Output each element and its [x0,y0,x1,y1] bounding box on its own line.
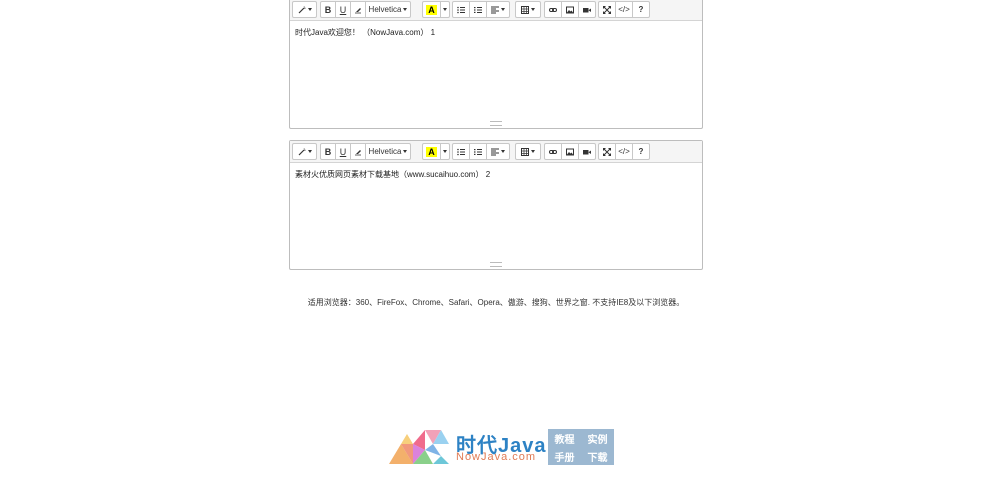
insert-video-button[interactable] [578,1,596,18]
resize-handle[interactable] [490,121,502,126]
eraser-icon [354,148,362,156]
code-view-icon: </> [618,147,630,156]
code-view-icon: </> [618,5,630,14]
chevron-down-icon [531,8,535,11]
editable-content-area[interactable]: 素材火优质网页素材下载基地（www.sucaihuo.com） 2 [290,163,702,258]
insert-picture-button[interactable] [561,1,579,18]
ordered-list-button[interactable] [469,1,487,18]
logo-link-manual[interactable]: 手册 [555,449,575,464]
chevron-down-icon [307,8,312,11]
fullscreen-button[interactable] [598,143,616,160]
editor-toolbar: B U Helvetica A </> ? [290,0,702,21]
recent-color-button[interactable]: A [422,1,441,18]
underline-button[interactable]: U [335,143,351,160]
code-view-button[interactable]: </> [615,143,633,160]
unordered-list-icon [457,148,465,156]
insert-link-button[interactable] [544,143,562,160]
browser-compatibility-notice: 适用浏览器：360、FireFox、Chrome、Safari、Opera、傲游… [307,298,685,307]
unordered-list-button[interactable] [452,1,470,18]
chevron-down-icon [403,8,408,11]
eraser-icon [354,6,362,14]
paragraph-align-dropdown[interactable] [486,1,510,18]
color-dropdown-button[interactable] [440,1,450,18]
bold-icon: B [324,4,332,15]
style-dropdown-button[interactable] [292,1,317,18]
help-icon: ? [638,5,644,14]
recent-color-button[interactable]: A [422,143,441,160]
table-dropdown-button[interactable] [515,1,541,18]
chevron-down-icon [501,8,505,11]
insert-video-button[interactable] [578,143,596,160]
editor-text: 时代Java欢迎您！ （NowJava.com） 1 [295,28,436,37]
font-family-label: Helvetica [368,147,402,156]
help-button[interactable]: ? [632,1,650,18]
picture-icon [566,148,574,156]
bold-button[interactable]: B [320,1,336,18]
align-icon [491,148,499,156]
video-icon [583,6,591,14]
logo-link-box: 教程 实例 手册 下载 [548,429,614,465]
bold-button[interactable]: B [320,143,336,160]
logo-link-examples[interactable]: 实例 [588,431,608,446]
chevron-down-icon [307,150,312,153]
picture-icon [566,6,574,14]
fullscreen-icon [603,147,611,156]
editor-text: 素材火优质网页素材下载基地（www.sucaihuo.com） 2 [295,170,491,179]
font-family-label: Helvetica [368,5,402,14]
ordered-list-icon [474,148,482,156]
resize-handle[interactable] [490,262,502,267]
clear-format-button[interactable] [350,1,366,18]
paragraph-align-dropdown[interactable] [486,143,510,160]
unordered-list-icon [457,6,465,14]
link-icon [549,148,557,156]
magic-wand-icon [298,147,306,156]
chevron-down-icon [531,150,535,153]
font-family-dropdown[interactable]: Helvetica [365,143,411,160]
table-icon [521,5,529,14]
rich-text-editor-1: B U Helvetica A </> ? 时代Java欢迎您！ （NowJav… [289,0,703,129]
logo-link-download[interactable]: 下载 [588,449,608,464]
help-icon: ? [638,147,644,156]
ordered-list-button[interactable] [469,143,487,160]
underline-icon: U [339,146,347,157]
insert-picture-button[interactable] [561,143,579,160]
font-family-dropdown[interactable]: Helvetica [365,1,411,18]
editable-content-area[interactable]: 时代Java欢迎您！ （NowJava.com） 1 [290,21,702,116]
logo-triangles-icon [389,430,449,464]
chevron-down-icon [501,150,505,153]
font-color-icon: A [426,146,437,157]
fullscreen-icon [603,5,611,14]
help-button[interactable]: ? [632,143,650,160]
rich-text-editor-2: B U Helvetica A </> ? 素材火优质网页素材下载基地（www.… [289,140,703,270]
underline-button[interactable]: U [335,1,351,18]
logo-subtitle: NowJava.com [456,451,537,463]
clear-format-button[interactable] [350,143,366,160]
video-icon [583,148,591,156]
bold-icon: B [324,146,332,157]
fullscreen-button[interactable] [598,1,616,18]
link-icon [549,6,557,14]
code-view-button[interactable]: </> [615,1,633,18]
color-dropdown-button[interactable] [440,143,450,160]
style-dropdown-button[interactable] [292,143,317,160]
font-color-icon: A [426,4,437,15]
unordered-list-button[interactable] [452,143,470,160]
site-logo[interactable]: 时代Java NowJava.com 教程 实例 手册 下载 [389,428,619,468]
chevron-down-icon [443,8,447,11]
table-icon [521,147,529,156]
underline-icon: U [339,4,347,15]
magic-wand-icon [298,5,306,14]
chevron-down-icon [443,150,447,153]
chevron-down-icon [403,150,408,153]
logo-link-tutorial[interactable]: 教程 [555,431,575,446]
align-icon [491,6,499,14]
insert-link-button[interactable] [544,1,562,18]
ordered-list-icon [474,6,482,14]
table-dropdown-button[interactable] [515,143,541,160]
editor-toolbar: B U Helvetica A </> ? [290,141,702,163]
